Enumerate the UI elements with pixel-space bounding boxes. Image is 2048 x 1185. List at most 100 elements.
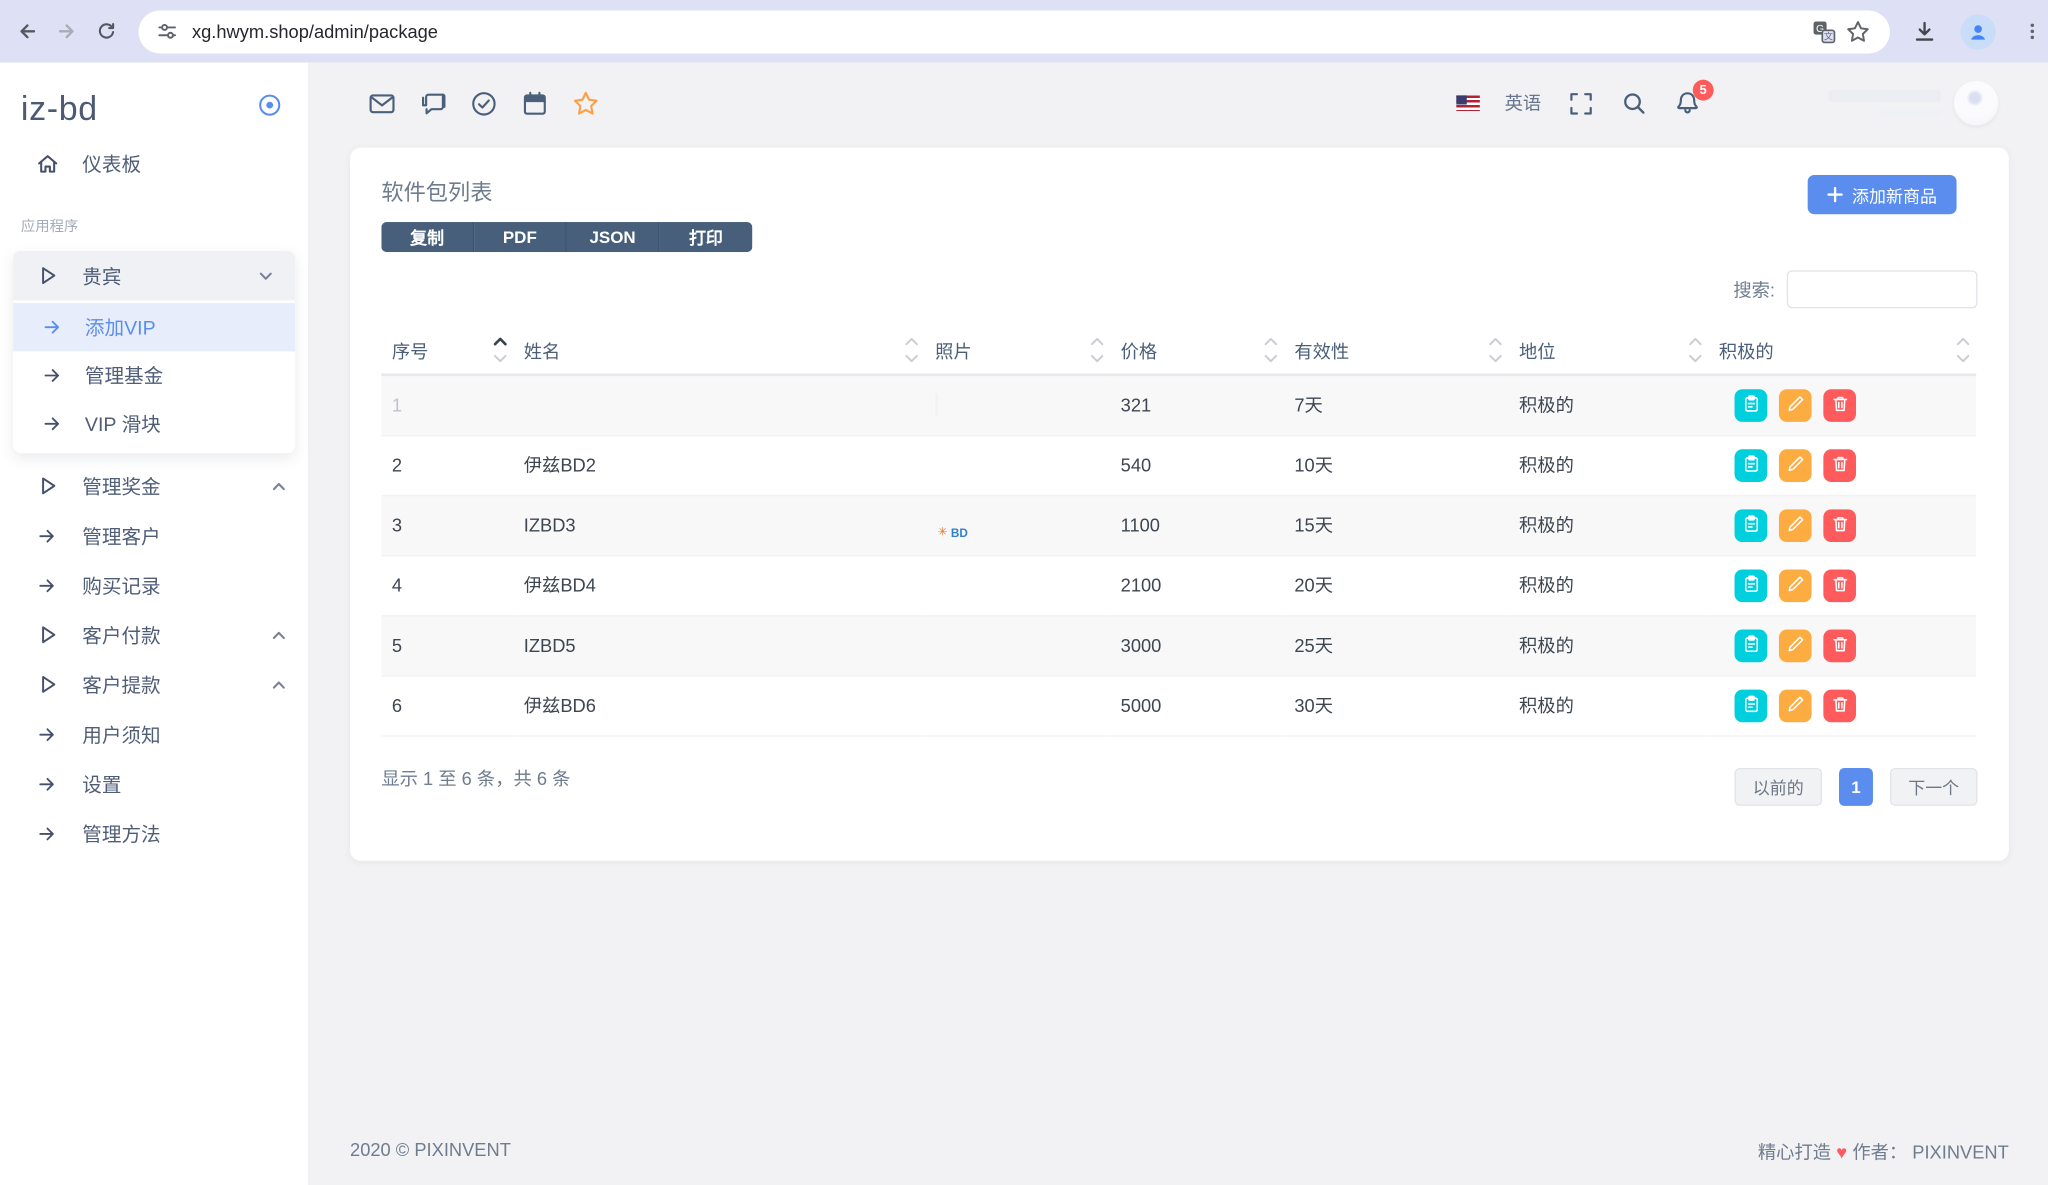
sort-carets-icon	[1488, 336, 1504, 370]
trash-icon	[1831, 514, 1849, 536]
cell-photo	[924, 434, 1111, 496]
view-button[interactable]	[1734, 568, 1768, 602]
back-arrow-icon	[20, 24, 36, 39]
svg-text:文: 文	[1823, 30, 1832, 42]
sidebar-item-manage-methods[interactable]: 管理方法	[0, 808, 308, 858]
pagination-next-button[interactable]: 下一个	[1889, 767, 1978, 806]
browser-profile-avatar[interactable]	[1960, 13, 1996, 49]
brand-logo[interactable]: iz-bd	[21, 88, 98, 128]
view-button[interactable]	[1734, 508, 1768, 542]
column-header-2[interactable]: 照片	[924, 329, 1111, 377]
sidebar-item-purchase-records[interactable]: 购买记录	[0, 560, 308, 610]
sidebar-item-customer-withdrawals[interactable]: 客户提款	[0, 660, 308, 710]
check-circle-icon[interactable]	[469, 89, 498, 118]
cell-price: 321	[1110, 374, 1284, 436]
edit-button[interactable]	[1778, 388, 1812, 422]
trash-icon	[1831, 634, 1849, 656]
star-icon[interactable]	[571, 89, 600, 118]
view-button[interactable]	[1734, 628, 1768, 662]
sidebar-item-manage-funds[interactable]: 管理基金	[13, 351, 295, 399]
sidebar-item-customer-payments[interactable]: 客户付款	[0, 610, 308, 660]
arrow-icon	[35, 771, 60, 796]
user-menu[interactable]	[1828, 80, 1999, 126]
edit-button[interactable]	[1778, 688, 1812, 722]
us-flag-icon[interactable]	[1456, 95, 1480, 112]
column-header-4[interactable]: 有效性	[1283, 329, 1509, 377]
delete-button[interactable]	[1823, 568, 1856, 602]
translate-icon[interactable]: G文	[1806, 14, 1840, 48]
main-area: 英语 5 软件包列表 复制 PDF JSON 打印 添加新商品 搜索: 序号 姓…	[309, 62, 2048, 1185]
bookmark-star-icon[interactable]	[1840, 14, 1874, 48]
forward-arrow-icon	[58, 24, 74, 39]
sidebar-item-user-notice[interactable]: 用户须知	[0, 709, 308, 759]
calendar-icon[interactable]	[520, 89, 549, 118]
sidebar-item-manage-bonus[interactable]: 管理奖金	[0, 461, 308, 511]
edit-button[interactable]	[1778, 628, 1812, 662]
url-text: xg.hwym.shop/admin/package	[191, 20, 438, 42]
browser-forward-button[interactable]	[47, 12, 86, 51]
address-bar[interactable]: xg.hwym.shop/admin/package G文	[138, 9, 1890, 53]
browser-back-button[interactable]	[8, 12, 47, 51]
clipboard-icon	[1742, 514, 1760, 536]
language-selector[interactable]: 英语	[1505, 90, 1542, 116]
delete-button[interactable]	[1823, 448, 1856, 482]
sidebar-item-add-vip[interactable]: 添加VIP	[13, 303, 296, 352]
browser-actions	[1907, 13, 2048, 49]
delete-button[interactable]	[1823, 688, 1856, 722]
export-pdf-button[interactable]: PDF	[474, 222, 567, 253]
package-list-card: 软件包列表 复制 PDF JSON 打印 添加新商品 搜索: 序号 姓名 照片 价格 …	[350, 147, 2009, 861]
download-icon[interactable]	[1907, 14, 1941, 48]
sidebar-section-label: 应用程序	[20, 219, 79, 236]
add-new-product-button[interactable]: 添加新商品	[1807, 175, 1957, 215]
cell-validity: 7天	[1283, 374, 1509, 436]
sidebar-item-dashboard[interactable]: 仪表板	[0, 138, 308, 188]
pencil-icon	[1786, 574, 1804, 596]
delete-button[interactable]	[1823, 628, 1856, 662]
sidebar-item-vip-slider[interactable]: VIP 滑块	[13, 400, 295, 448]
view-button[interactable]	[1734, 688, 1768, 722]
cell-name: 伊兹BD4	[513, 555, 925, 616]
view-button[interactable]	[1734, 388, 1768, 422]
table-search-input[interactable]	[1786, 270, 1978, 309]
edit-button[interactable]	[1778, 508, 1812, 542]
edit-button[interactable]	[1778, 568, 1812, 602]
export-print-button[interactable]: 打印	[659, 222, 753, 253]
mail-icon[interactable]	[367, 89, 396, 118]
browser-reload-button[interactable]	[86, 12, 125, 51]
pagination-page-1-button[interactable]: 1	[1838, 767, 1873, 806]
reload-icon	[98, 22, 114, 38]
column-header-1[interactable]: 姓名	[513, 329, 925, 377]
export-json-button[interactable]: JSON	[566, 222, 660, 253]
column-header-3[interactable]: 价格	[1110, 329, 1284, 377]
notifications-bell-icon[interactable]: 5	[1673, 79, 1714, 118]
browser-menu-icon[interactable]	[2015, 14, 2048, 48]
column-header-5[interactable]: 地位	[1508, 329, 1709, 377]
cell-no: 3	[381, 495, 514, 556]
sidebar-item-manage-customers[interactable]: 管理客户	[0, 511, 308, 561]
fullscreen-icon[interactable]	[1566, 89, 1595, 118]
delete-button[interactable]	[1823, 388, 1856, 422]
sidebar-item-settings[interactable]: 设置	[0, 759, 308, 809]
edit-button[interactable]	[1778, 448, 1812, 482]
clipboard-icon	[1742, 634, 1760, 656]
sidebar-toggle-icon[interactable]	[257, 93, 282, 124]
pagination-previous-button[interactable]: 以前的	[1734, 767, 1823, 806]
cell-photo: ✳BD	[924, 495, 1111, 556]
sidebar-item-vip[interactable]: 贵宾	[13, 250, 296, 301]
search-icon[interactable]	[1620, 89, 1649, 118]
pencil-icon	[1786, 454, 1804, 476]
table-summary: 显示 1 至 6 条，共 6 条	[381, 767, 571, 789]
column-header-0[interactable]: 序号	[381, 329, 514, 377]
column-header-6[interactable]: 积极的	[1708, 329, 1977, 377]
cell-validity: 25天	[1283, 615, 1509, 676]
notification-badge: 5	[1692, 79, 1714, 101]
cell-no: 5	[381, 615, 514, 676]
chat-icon[interactable]	[418, 89, 447, 118]
cell-no: 4	[381, 555, 514, 616]
view-button[interactable]	[1734, 448, 1768, 482]
delete-button[interactable]	[1823, 508, 1856, 542]
trash-icon	[1831, 574, 1849, 596]
cell-status: 积极的	[1508, 615, 1709, 676]
search-label: 搜索:	[1733, 278, 1776, 300]
export-copy-button[interactable]: 复制	[381, 222, 475, 253]
